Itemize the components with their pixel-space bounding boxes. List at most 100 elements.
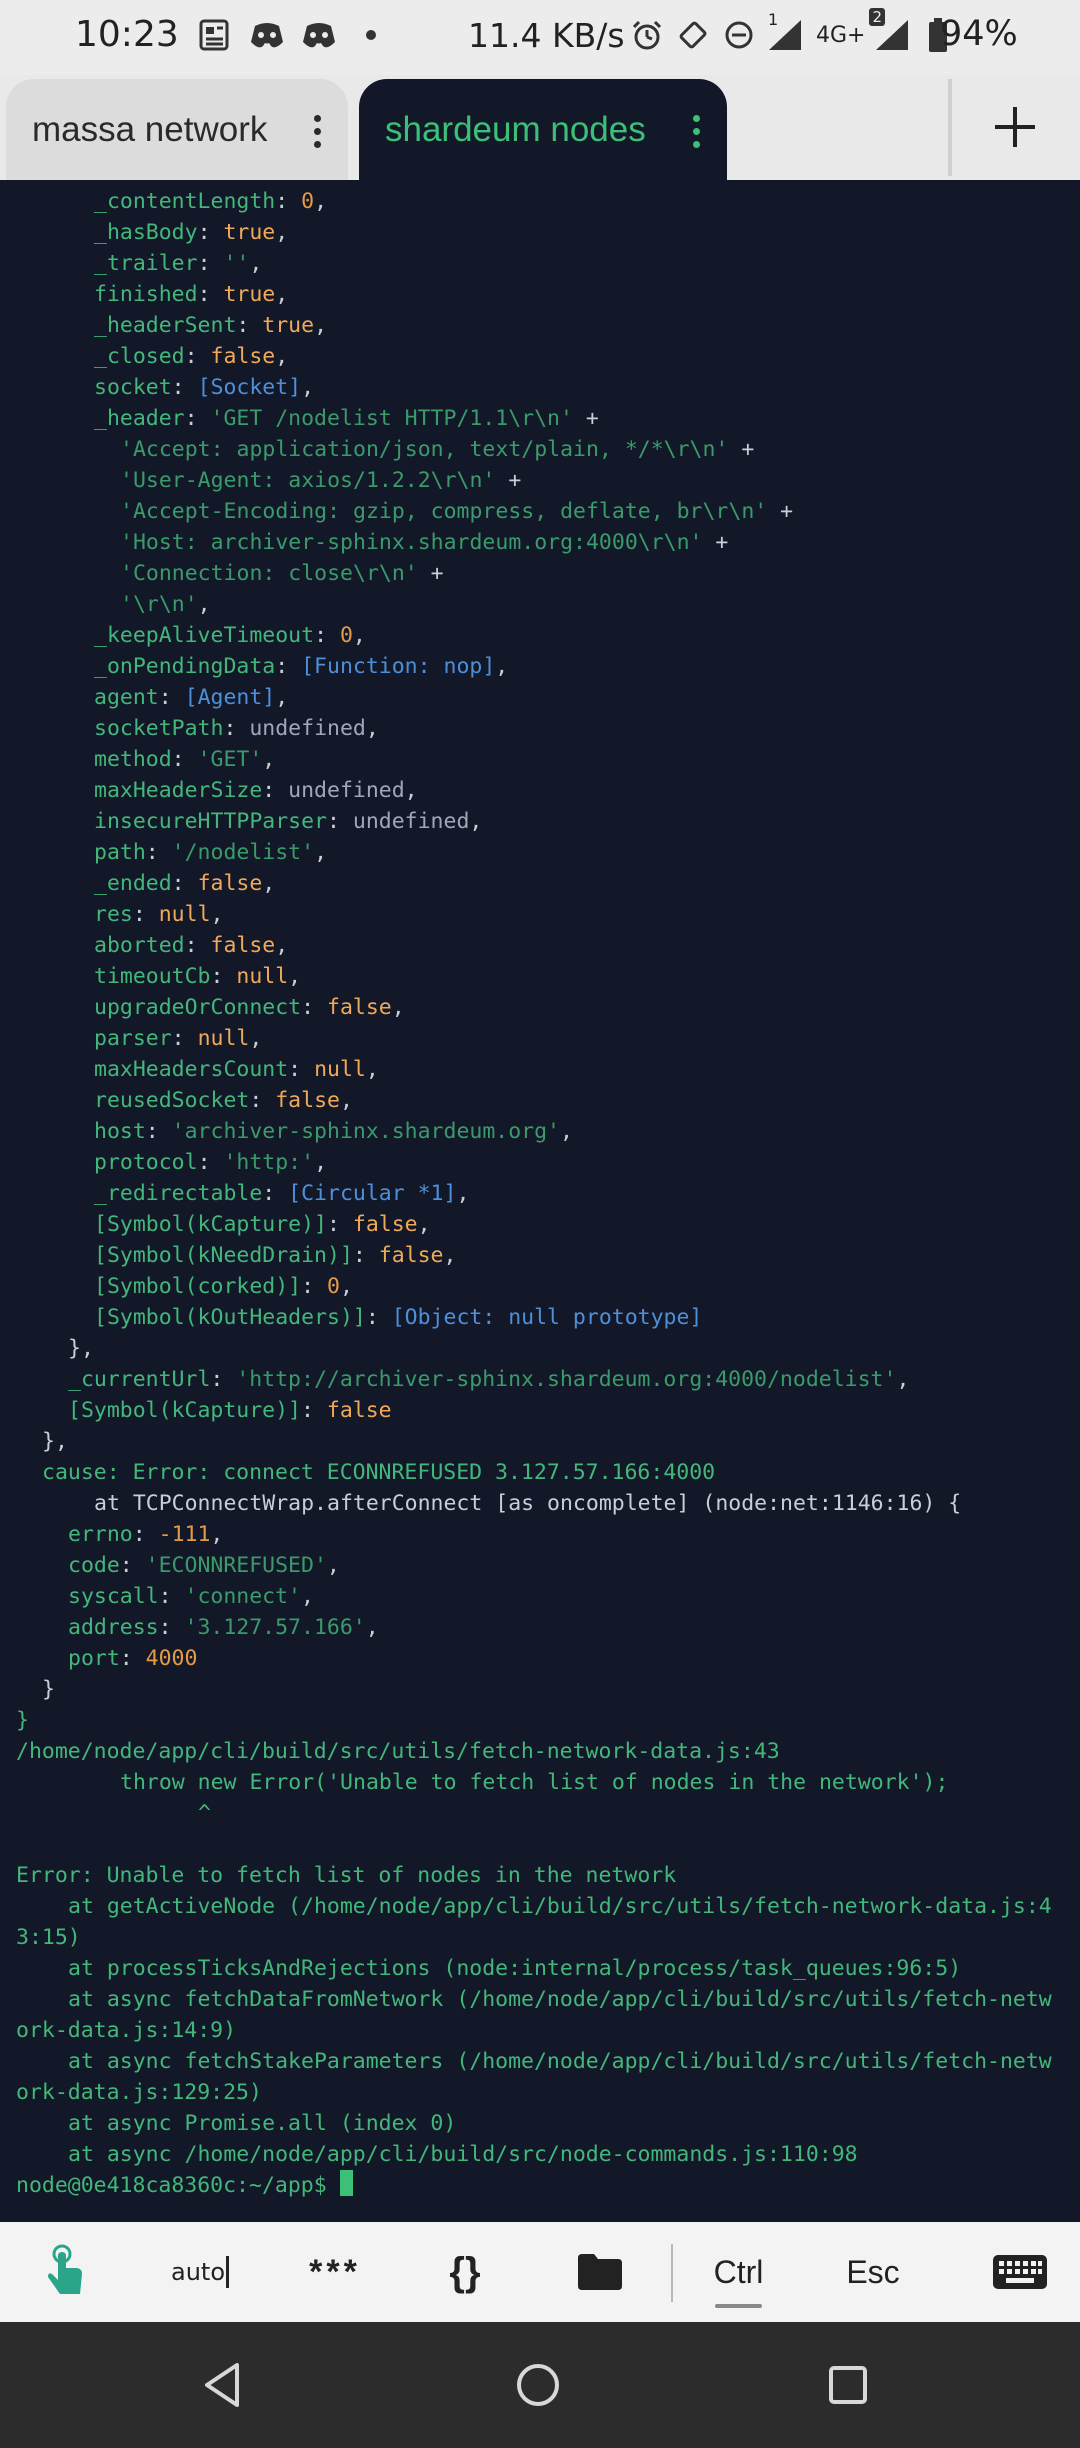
terminal-line: at async fetchStakeParameters (/home/nod… [68, 2049, 1052, 2074]
terminal-line: [Symbol(kOutHeaders)]: [Object: null pro… [94, 1305, 703, 1330]
tab-bar: massa network shardeum nodes [0, 75, 1080, 180]
terminal-line: 'Accept: application/json, text/plain, *… [120, 437, 755, 462]
terminal-line: _ended: false, [94, 871, 276, 896]
dnd-icon [720, 16, 758, 54]
auto-button[interactable]: auto [150, 2222, 250, 2322]
text-cursor [226, 2256, 229, 2288]
terminal-line: ork-data.js:14:9) [16, 2018, 237, 2043]
network-speed: 11.4 KB/s [468, 16, 625, 55]
terminal-line: _hasBody: true, [94, 220, 289, 245]
terminal-line: [Symbol(corked)]: 0, [94, 1274, 353, 1299]
terminal-line: host: 'archiver-sphinx.shardeum.org', [94, 1119, 573, 1144]
terminal-line: }, [42, 1429, 68, 1454]
terminal-line: reusedSocket: false, [94, 1088, 353, 1113]
keyboard-toggle-button[interactable] [975, 2222, 1065, 2322]
battery-percent: 94% [940, 14, 1018, 54]
terminal-line: timeoutCb: null, [94, 964, 302, 989]
terminal-line: aborted: false, [94, 933, 289, 958]
terminal-line: code: 'ECONNREFUSED', [68, 1553, 340, 1578]
new-tab-icon[interactable] [985, 97, 1045, 157]
terminal-line: method: 'GET', [94, 747, 276, 772]
tab-massa-network[interactable]: massa network [6, 79, 348, 180]
signal-icon: 1 [766, 10, 804, 54]
terminal-line: at processTicksAndRejections (node:inter… [68, 1956, 962, 1981]
tab-menu-icon[interactable] [693, 115, 701, 148]
terminal-line: at async /home/node/app/cli/build/src/no… [68, 2142, 858, 2167]
terminal-line: [Symbol(kNeedDrain)]: false, [94, 1243, 457, 1268]
terminal-line: _closed: false, [94, 344, 289, 369]
terminal-line: maxHeadersCount: null, [94, 1057, 379, 1082]
terminal-line: path: '/nodelist', [94, 840, 328, 865]
terminal-line: syscall: 'connect', [68, 1584, 314, 1609]
terminal-line: 'User-Agent: axios/1.2.2\r\n' + [120, 468, 522, 493]
terminal-line: _onPendingData: [Function: nop], [94, 654, 509, 679]
terminal-line: } [42, 1677, 55, 1702]
keybar-divider [671, 2244, 673, 2302]
terminal-line: insecureHTTPParser: undefined, [94, 809, 483, 834]
braces-button[interactable]: {} [420, 2222, 510, 2322]
status-bar: 10:23 11.4 KB/s 1 4G+ 2 94% [0, 0, 1080, 75]
folder-button[interactable] [555, 2222, 645, 2322]
terminal-line: agent: [Agent], [94, 685, 289, 710]
password-button[interactable]: *** [280, 2222, 390, 2322]
terminal-line: [Symbol(kCapture)]: false, [94, 1212, 431, 1237]
terminal-line: finished: true, [94, 282, 289, 307]
dot-icon [352, 16, 390, 54]
terminal-line: }, [68, 1336, 94, 1361]
terminal-line: _trailer: '', [94, 251, 263, 276]
terminal-line: address: '3.127.57.166', [68, 1615, 379, 1640]
network-type: 4G+ [816, 22, 866, 48]
back-icon[interactable] [195, 2355, 255, 2415]
terminal-line: cause: Error: connect ECONNREFUSED 3.127… [42, 1460, 716, 1485]
tab-label: massa network [32, 109, 268, 149]
news-icon [196, 16, 234, 54]
status-time: 10:23 [75, 14, 179, 55]
recents-icon[interactable] [818, 2355, 878, 2415]
alarm-icon [628, 16, 666, 54]
hand-pointer-icon [48, 2244, 82, 2294]
system-icons: 1 4G+ 2 [628, 8, 957, 54]
terminal-line: at getActiveNode (/home/node/app/cli/bui… [68, 1894, 1052, 1919]
terminal-line: 3:15) [16, 1925, 81, 1950]
terminal-line: maxHeaderSize: undefined, [94, 778, 418, 803]
terminal-line: Error: Unable to fetch list of nodes in … [16, 1863, 677, 1888]
navigation-bar [0, 2322, 1080, 2448]
terminal-line: '\r\n', [120, 592, 211, 617]
tab-menu-icon[interactable] [314, 115, 322, 148]
ctrl-key[interactable]: Ctrl [695, 2222, 782, 2322]
terminal-line: parser: null, [94, 1026, 263, 1051]
ctrl-indicator [715, 2304, 762, 2308]
terminal-line: 'Host: archiver-sphinx.shardeum.org:4000… [120, 530, 729, 555]
terminal-line: 'Accept-Encoding: gzip, compress, deflat… [120, 499, 794, 524]
discord-icon [248, 16, 286, 54]
home-icon[interactable] [508, 2355, 568, 2415]
terminal-line: ^ [198, 1801, 211, 1826]
terminal-line: _currentUrl: 'http://archiver-sphinx.sha… [68, 1367, 910, 1392]
terminal-line: node@0e418ca8360c:~/app$ [16, 2170, 353, 2201]
terminal-line: at async Promise.all (index 0) [68, 2111, 457, 2136]
tab-shardeum-nodes[interactable]: shardeum nodes [359, 79, 727, 180]
terminal-line: /home/node/app/cli/build/src/utils/fetch… [16, 1739, 780, 1764]
terminal-line: at TCPConnectWrap.afterConnect [as oncom… [94, 1491, 962, 1516]
terminal-line: at async fetchDataFromNetwork (/home/nod… [68, 1987, 1052, 2012]
terminal-line: errno: -111, [68, 1522, 224, 1547]
terminal-line: throw new Error('Unable to fetch list of… [120, 1770, 949, 1795]
terminal-line: _contentLength: 0, [94, 189, 328, 214]
terminal-output[interactable]: _contentLength: 0, _hasBody: true, _traile… [0, 180, 1080, 2222]
discord-icon [300, 16, 338, 54]
terminal-line: _keepAliveTimeout: 0, [94, 623, 366, 648]
terminal-line: 'Connection: close\r\n' + [120, 561, 444, 586]
terminal-line: protocol: 'http:', [94, 1150, 328, 1175]
terminal-line: port: 4000 [68, 1646, 198, 1671]
terminal-line: [Symbol(kCapture)]: false [68, 1398, 392, 1423]
terminal-cursor [339, 2170, 353, 2196]
tab-label: shardeum nodes [385, 109, 646, 149]
signal-icon: 2 [869, 8, 911, 54]
extra-keys-bar: auto *** {} Ctrl Esc [0, 2222, 1080, 2322]
terminal-line: res: null, [94, 902, 224, 927]
touch-mode-button[interactable] [20, 2222, 110, 2322]
esc-key[interactable]: Esc [828, 2222, 918, 2322]
terminal-line: _header: 'GET /nodelist HTTP/1.1\r\n' + [94, 406, 599, 431]
terminal-line: _redirectable: [Circular *1], [94, 1181, 470, 1206]
terminal-line: socket: [Socket], [94, 375, 315, 400]
